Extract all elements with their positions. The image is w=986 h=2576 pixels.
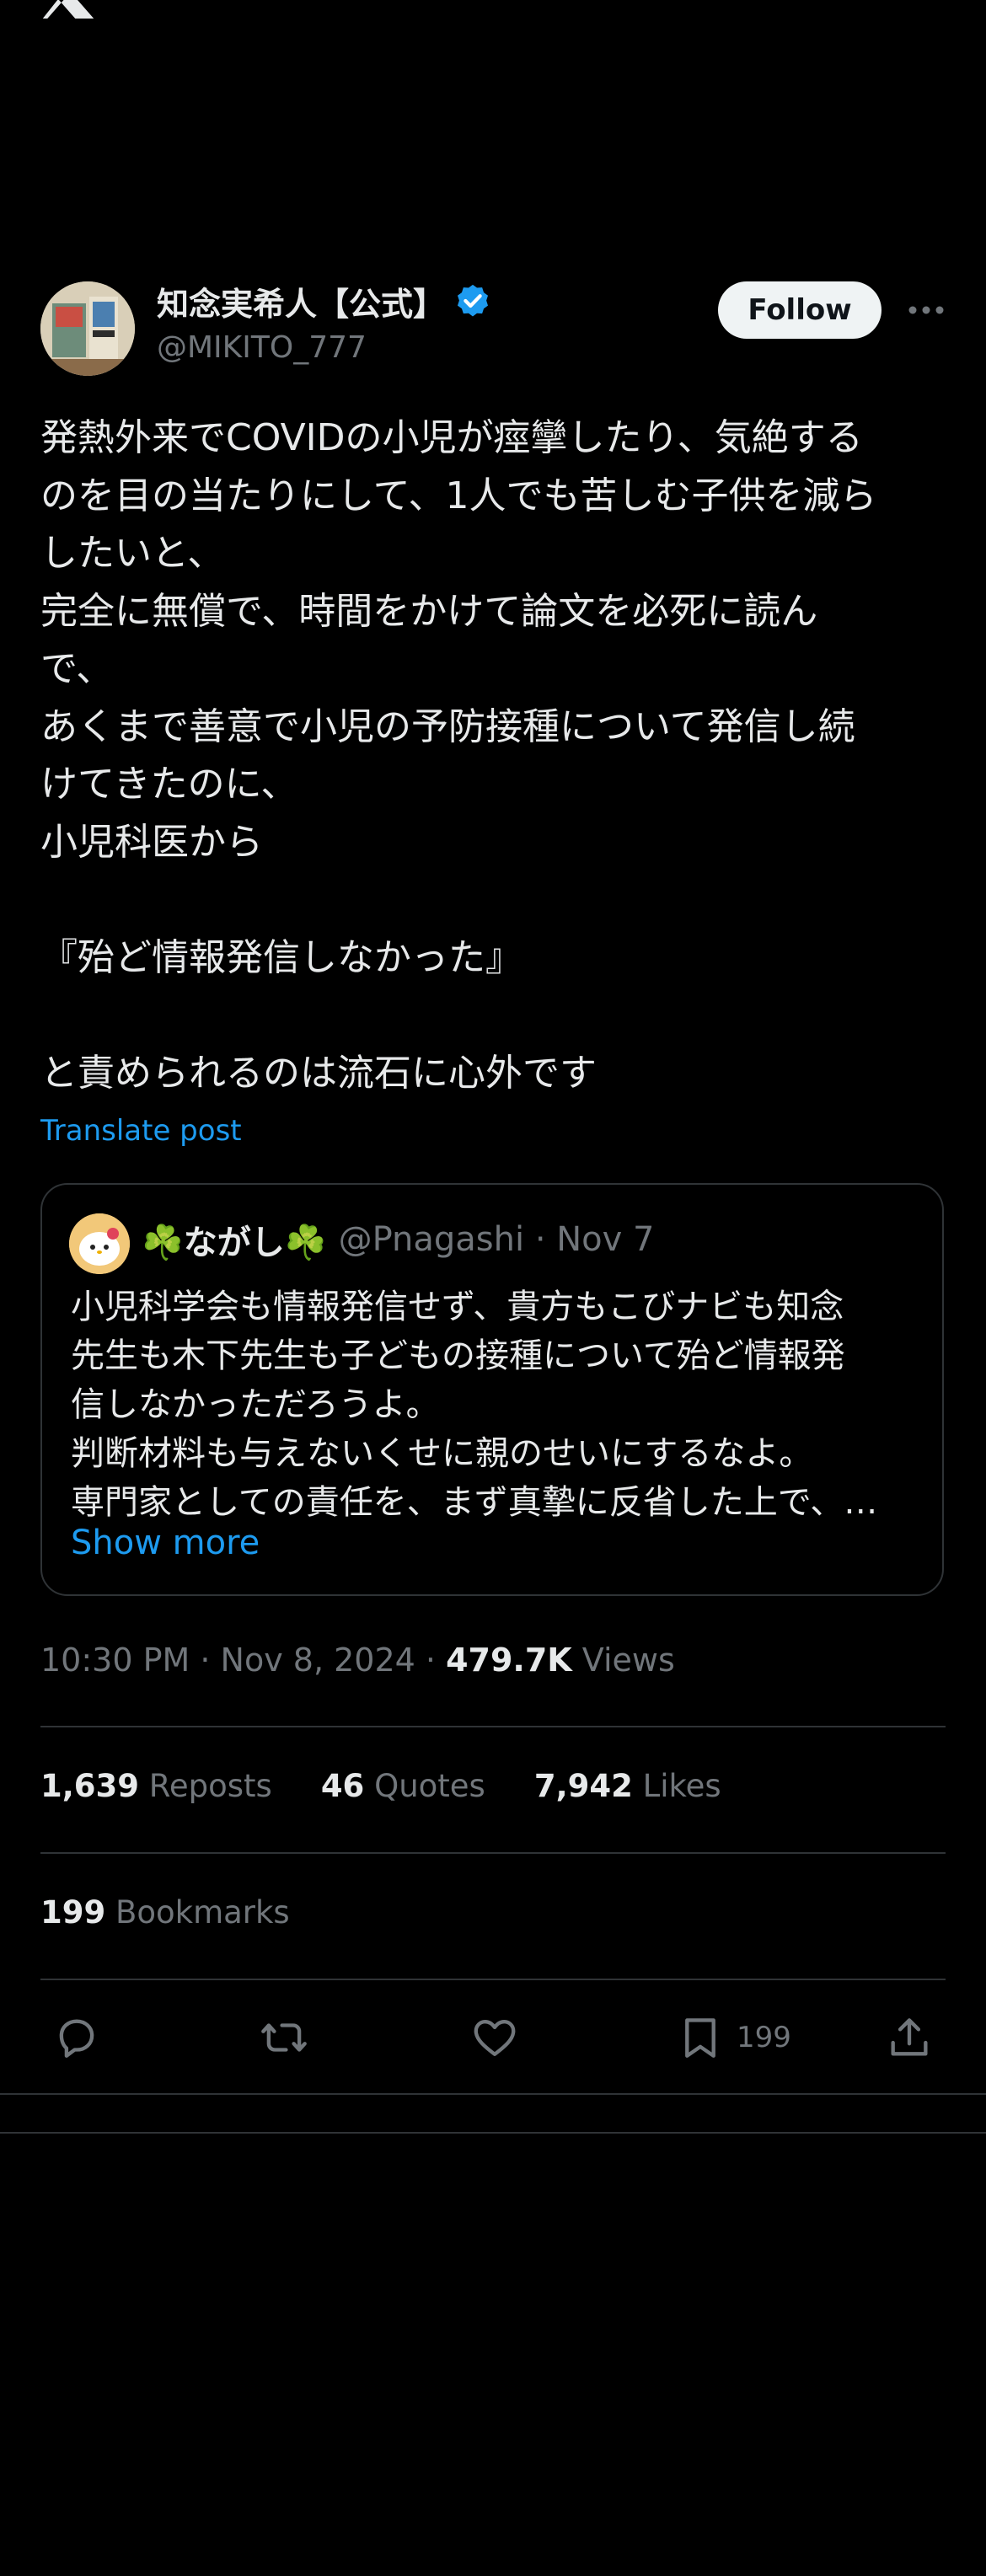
- tweet-text: 発熱外来でCOVIDの小児が痙攣したり、気絶する のを目の当たりにして、1人でも…: [40, 416, 877, 1095]
- quoted-tweet-card[interactable]: ☘️ながし☘️ @Pnagashi · Nov 7 小児科学会も情報発信せず、貴…: [40, 1183, 944, 1596]
- author-name-text: 知念実希人【公式】: [157, 286, 446, 323]
- author-avatar[interactable]: [40, 281, 135, 376]
- quotes-stat[interactable]: 46 Quotes: [321, 1768, 485, 1804]
- likes-label: Likes: [632, 1768, 721, 1804]
- engagement-stats: 1,639 Reposts 46 Quotes 7,942 Likes: [40, 1768, 770, 1804]
- quoted-tweet-header: ☘️ながし☘️ @Pnagashi · Nov 7: [142, 1215, 654, 1264]
- bookmark-action-count: 199: [737, 2021, 791, 2054]
- author-handle[interactable]: @MIKITO_777: [157, 330, 367, 365]
- share-icon: [891, 2018, 928, 2056]
- repost-button[interactable]: [260, 2011, 308, 2065]
- bookmarks-count: 199: [40, 1894, 106, 1931]
- timestamp-text: 10:30 PM · Nov 8, 2024 ·: [40, 1641, 447, 1679]
- reposts-label: Reposts: [139, 1768, 272, 1804]
- quoted-author-name[interactable]: ☘️ながし☘️: [142, 1215, 327, 1264]
- views-label: Views: [571, 1641, 675, 1679]
- quoted-author-meta[interactable]: @Pnagashi · Nov 7: [339, 1220, 655, 1259]
- reposts-stat[interactable]: 1,639 Reposts: [40, 1768, 272, 1804]
- divider: [40, 1852, 946, 1854]
- views-count: 479.7K: [446, 1641, 572, 1679]
- bookmark-button[interactable]: 199: [676, 2011, 791, 2065]
- bookmarks-stat[interactable]: 199 Bookmarks: [40, 1894, 290, 1931]
- x-logo-icon[interactable]: [40, 0, 96, 19]
- reposts-count: 1,639: [40, 1768, 140, 1804]
- reply-button[interactable]: [52, 2011, 101, 2065]
- show-more-link[interactable]: Show more: [71, 1524, 260, 1562]
- likes-count: 7,942: [533, 1768, 633, 1804]
- divider: [0, 2132, 986, 2134]
- quoted-tweet-text: 小児科学会も情報発信せず、貴方もこびナビも知念 先生も木下先生も子どもの接種につ…: [71, 1288, 878, 1522]
- like-icon: [474, 2019, 516, 2056]
- verified-badge-icon: [457, 284, 489, 316]
- bookmarks-label: Bookmarks: [105, 1894, 290, 1931]
- likes-stat[interactable]: 7,942 Likes: [534, 1768, 721, 1804]
- bookmark-icon: [685, 2018, 715, 2058]
- follow-button[interactable]: Follow: [718, 281, 882, 339]
- divider: [0, 2093, 986, 2095]
- translate-post-link[interactable]: Translate post: [40, 1114, 242, 1148]
- tweet-timestamp[interactable]: 10:30 PM · Nov 8, 2024 · 479.7K Views: [40, 1641, 675, 1679]
- divider: [40, 1726, 946, 1727]
- quoted-author-avatar[interactable]: [69, 1213, 130, 1274]
- share-button[interactable]: [885, 2011, 934, 2065]
- quotes-count: 46: [320, 1768, 365, 1804]
- repost-icon: [261, 2023, 307, 2052]
- more-horizontal-icon[interactable]: [905, 295, 947, 325]
- like-button[interactable]: [470, 2011, 519, 2065]
- reply-icon: [59, 2019, 94, 2058]
- author-display-name[interactable]: 知念実希人【公式】: [157, 278, 492, 324]
- quotes-label: Quotes: [364, 1768, 485, 1804]
- divider: [40, 1979, 946, 1980]
